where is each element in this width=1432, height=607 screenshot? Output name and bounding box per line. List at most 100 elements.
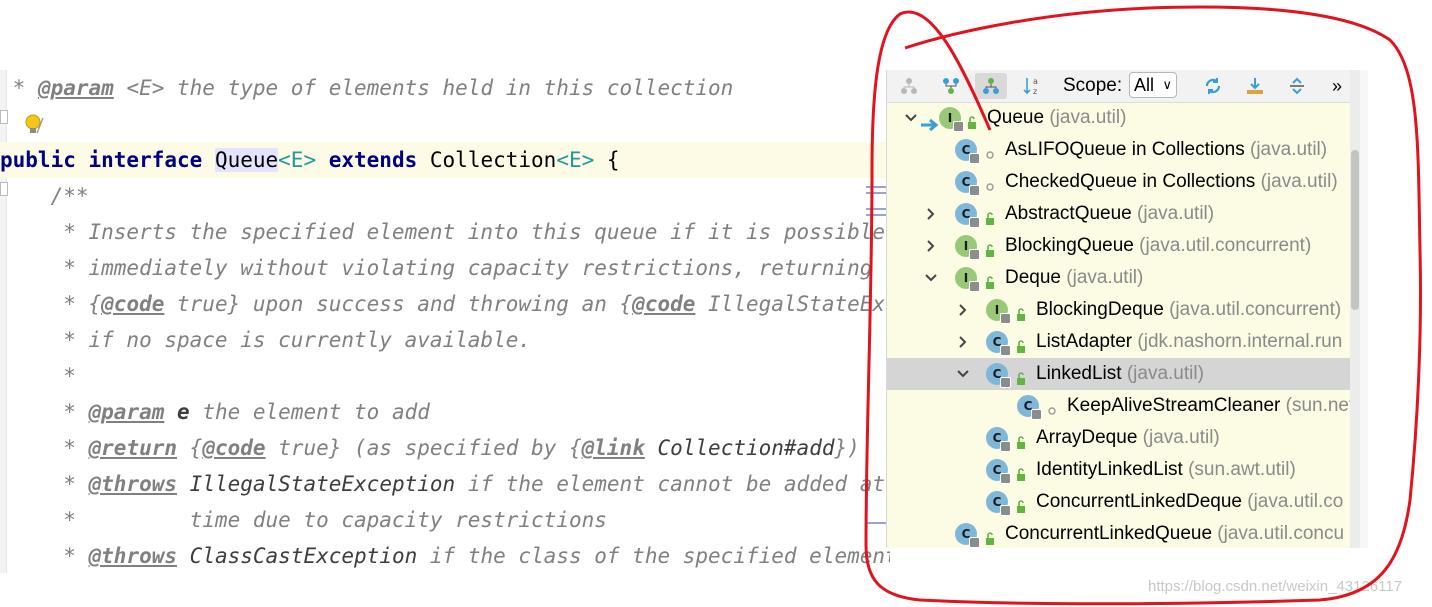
code-line-declaration: public interface Queue<E> extends Collec… <box>0 142 890 178</box>
tree-row[interactable]: C AsLIFOQueue in Collections (java.util) <box>887 134 1351 166</box>
chevron-down-icon[interactable] <box>955 358 971 390</box>
interface-icon: I <box>986 299 1011 324</box>
more-actions-icon[interactable]: » <box>1321 73 1351 99</box>
chevron-down-icon[interactable] <box>923 262 939 294</box>
tree-row[interactable]: I Deque (java.util) <box>887 262 1351 294</box>
code-editor[interactable]: * @param <E> the type of elements held i… <box>0 70 890 573</box>
package-name: (sun.awt.util) <box>1182 459 1296 480</box>
public-visibility-icon <box>1014 334 1028 353</box>
interface-icon: I <box>939 107 964 132</box>
error-stripe-mark[interactable] <box>866 214 886 216</box>
tree-row[interactable]: I Queue (java.util) <box>887 102 1351 134</box>
class-icon: C <box>955 139 980 164</box>
public-visibility-icon <box>1014 494 1028 513</box>
package-name: (java.util) <box>1244 139 1328 160</box>
class-icon: C <box>986 459 1011 484</box>
package-private-icon <box>983 142 997 159</box>
tree-row[interactable]: C KeepAliveStreamCleaner (sun.net <box>887 390 1351 422</box>
tree-row[interactable]: C ConcurrentLinkedDeque (java.util.co <box>887 486 1351 518</box>
tree-row-label: AsLIFOQueue in Collections (java.util) <box>1005 134 1327 166</box>
scrollbar-thumb[interactable] <box>1351 150 1359 310</box>
type-name: ConcurrentLinkedDeque <box>1036 491 1242 512</box>
sort-alphabetically-icon[interactable]: az <box>1017 73 1049 99</box>
tree-row[interactable]: C CheckedQueue in Collections (java.util) <box>887 166 1351 198</box>
class-icon: C <box>955 523 980 548</box>
package-private-icon <box>983 174 997 191</box>
package-name: (java.util) <box>1044 107 1127 128</box>
chevron-right-icon[interactable] <box>955 294 971 326</box>
class-icon: C <box>986 427 1011 452</box>
chevron-right-icon[interactable] <box>923 230 939 262</box>
code-line: * @throws ClassCastException if the clas… <box>0 544 890 568</box>
tree-row[interactable]: C ArrayDeque (java.util) <box>887 422 1351 454</box>
code-line: * {@code true} upon success and throwing… <box>0 292 890 316</box>
tree-row-label: ArrayDeque (java.util) <box>1036 422 1220 454</box>
package-name: (java.util) <box>1137 427 1220 448</box>
class-icon: C <box>986 331 1011 356</box>
tree-row-label: BlockingQueue (java.util.concurrent) <box>1005 230 1311 262</box>
type-name: CheckedQueue in Collections <box>1005 171 1256 192</box>
tree-row-label: LinkedList (java.util) <box>1036 358 1204 390</box>
package-name: (java.util) <box>1121 363 1204 384</box>
chevron-right-icon[interactable] <box>923 198 939 230</box>
tree-row[interactable]: C AbstractQueue (java.util) <box>887 198 1351 230</box>
tree-row-label: Deque (java.util) <box>1005 262 1143 294</box>
code-line: /** <box>0 184 89 208</box>
fold-marker[interactable] <box>0 110 8 124</box>
code-line: * if no space is currently available. <box>0 328 532 352</box>
svg-text:a: a <box>1033 77 1038 86</box>
expand-all-icon[interactable] <box>1281 73 1313 99</box>
error-stripe-mark[interactable] <box>866 192 886 194</box>
package-name: (java.util.concurrent) <box>1163 299 1342 320</box>
interface-icon: I <box>955 235 980 260</box>
type-name: ConcurrentLinkedQueue <box>1005 523 1213 544</box>
scope-dropdown[interactable]: All ∨ <box>1129 72 1177 98</box>
code-line: * time due to capacity restrictions <box>0 508 607 532</box>
class-icon: C <box>955 171 980 196</box>
public-visibility-icon <box>1014 366 1028 385</box>
export-icon[interactable] <box>1239 73 1271 99</box>
lightbulb-icon[interactable] <box>22 113 44 137</box>
chevron-down-icon: ∨ <box>1162 77 1172 92</box>
type-hierarchy-popup[interactable]: az Scope: All ∨ » I Queue (java.util) C AsLI… <box>886 70 1351 548</box>
public-visibility-icon <box>965 110 979 129</box>
public-visibility-icon <box>983 238 997 257</box>
class-icon: C <box>1017 395 1042 420</box>
package-name: (java.util.co <box>1241 491 1344 512</box>
editor-right-edge <box>1360 70 1368 548</box>
tree-row[interactable]: C ListAdapter (jdk.nashorn.internal.run <box>887 326 1351 358</box>
tree-row[interactable]: C ConcurrentLinkedQueue (java.util.concu <box>887 518 1351 548</box>
type-name: Deque <box>1005 267 1061 288</box>
code-line: * @param e the element to add <box>0 400 430 424</box>
tree-row[interactable]: I BlockingDeque (java.util.concurrent) <box>887 294 1351 326</box>
type-name: ArrayDeque <box>1036 427 1138 448</box>
tree-row[interactable]: I BlockingQueue (java.util.concurrent) <box>887 230 1351 262</box>
public-visibility-icon <box>1014 462 1028 481</box>
class-hierarchy-icon[interactable] <box>893 73 925 99</box>
chevron-down-icon[interactable] <box>903 102 919 134</box>
type-name: IdentityLinkedList <box>1036 459 1183 480</box>
subtypes-icon[interactable] <box>975 73 1007 99</box>
package-name: (sun.net <box>1280 395 1351 416</box>
type-name: BlockingQueue <box>1005 235 1134 256</box>
error-stripe-mark[interactable] <box>866 186 886 188</box>
code-line: * @return {@code true} (as specified by … <box>0 436 860 460</box>
tree-row-label: Queue (java.util) <box>987 102 1126 134</box>
package-name: (java.util) <box>1255 171 1338 192</box>
tree-row[interactable]: C IdentityLinkedList (sun.awt.util) <box>887 454 1351 486</box>
error-stripe-mark[interactable] <box>866 522 886 524</box>
tree-row[interactable]: C LinkedList (java.util) <box>887 358 1351 390</box>
javadoc-tag: @param <box>37 76 114 100</box>
public-visibility-icon <box>1014 302 1028 321</box>
error-stripe-mark[interactable] <box>866 208 886 210</box>
package-name: (java.util) <box>1131 203 1215 224</box>
tree-row-label: ConcurrentLinkedDeque (java.util.co <box>1036 486 1343 518</box>
refresh-icon[interactable] <box>1197 73 1229 99</box>
code-line: * @param <E> the type of elements held i… <box>0 76 734 100</box>
chevron-right-icon[interactable] <box>955 326 971 358</box>
interface-icon: I <box>955 267 980 292</box>
hierarchy-toolbar: az Scope: All ∨ » <box>887 70 1351 103</box>
supertypes-icon[interactable] <box>935 73 967 99</box>
svg-text:z: z <box>1033 87 1037 96</box>
type-name: Queue <box>987 107 1045 128</box>
